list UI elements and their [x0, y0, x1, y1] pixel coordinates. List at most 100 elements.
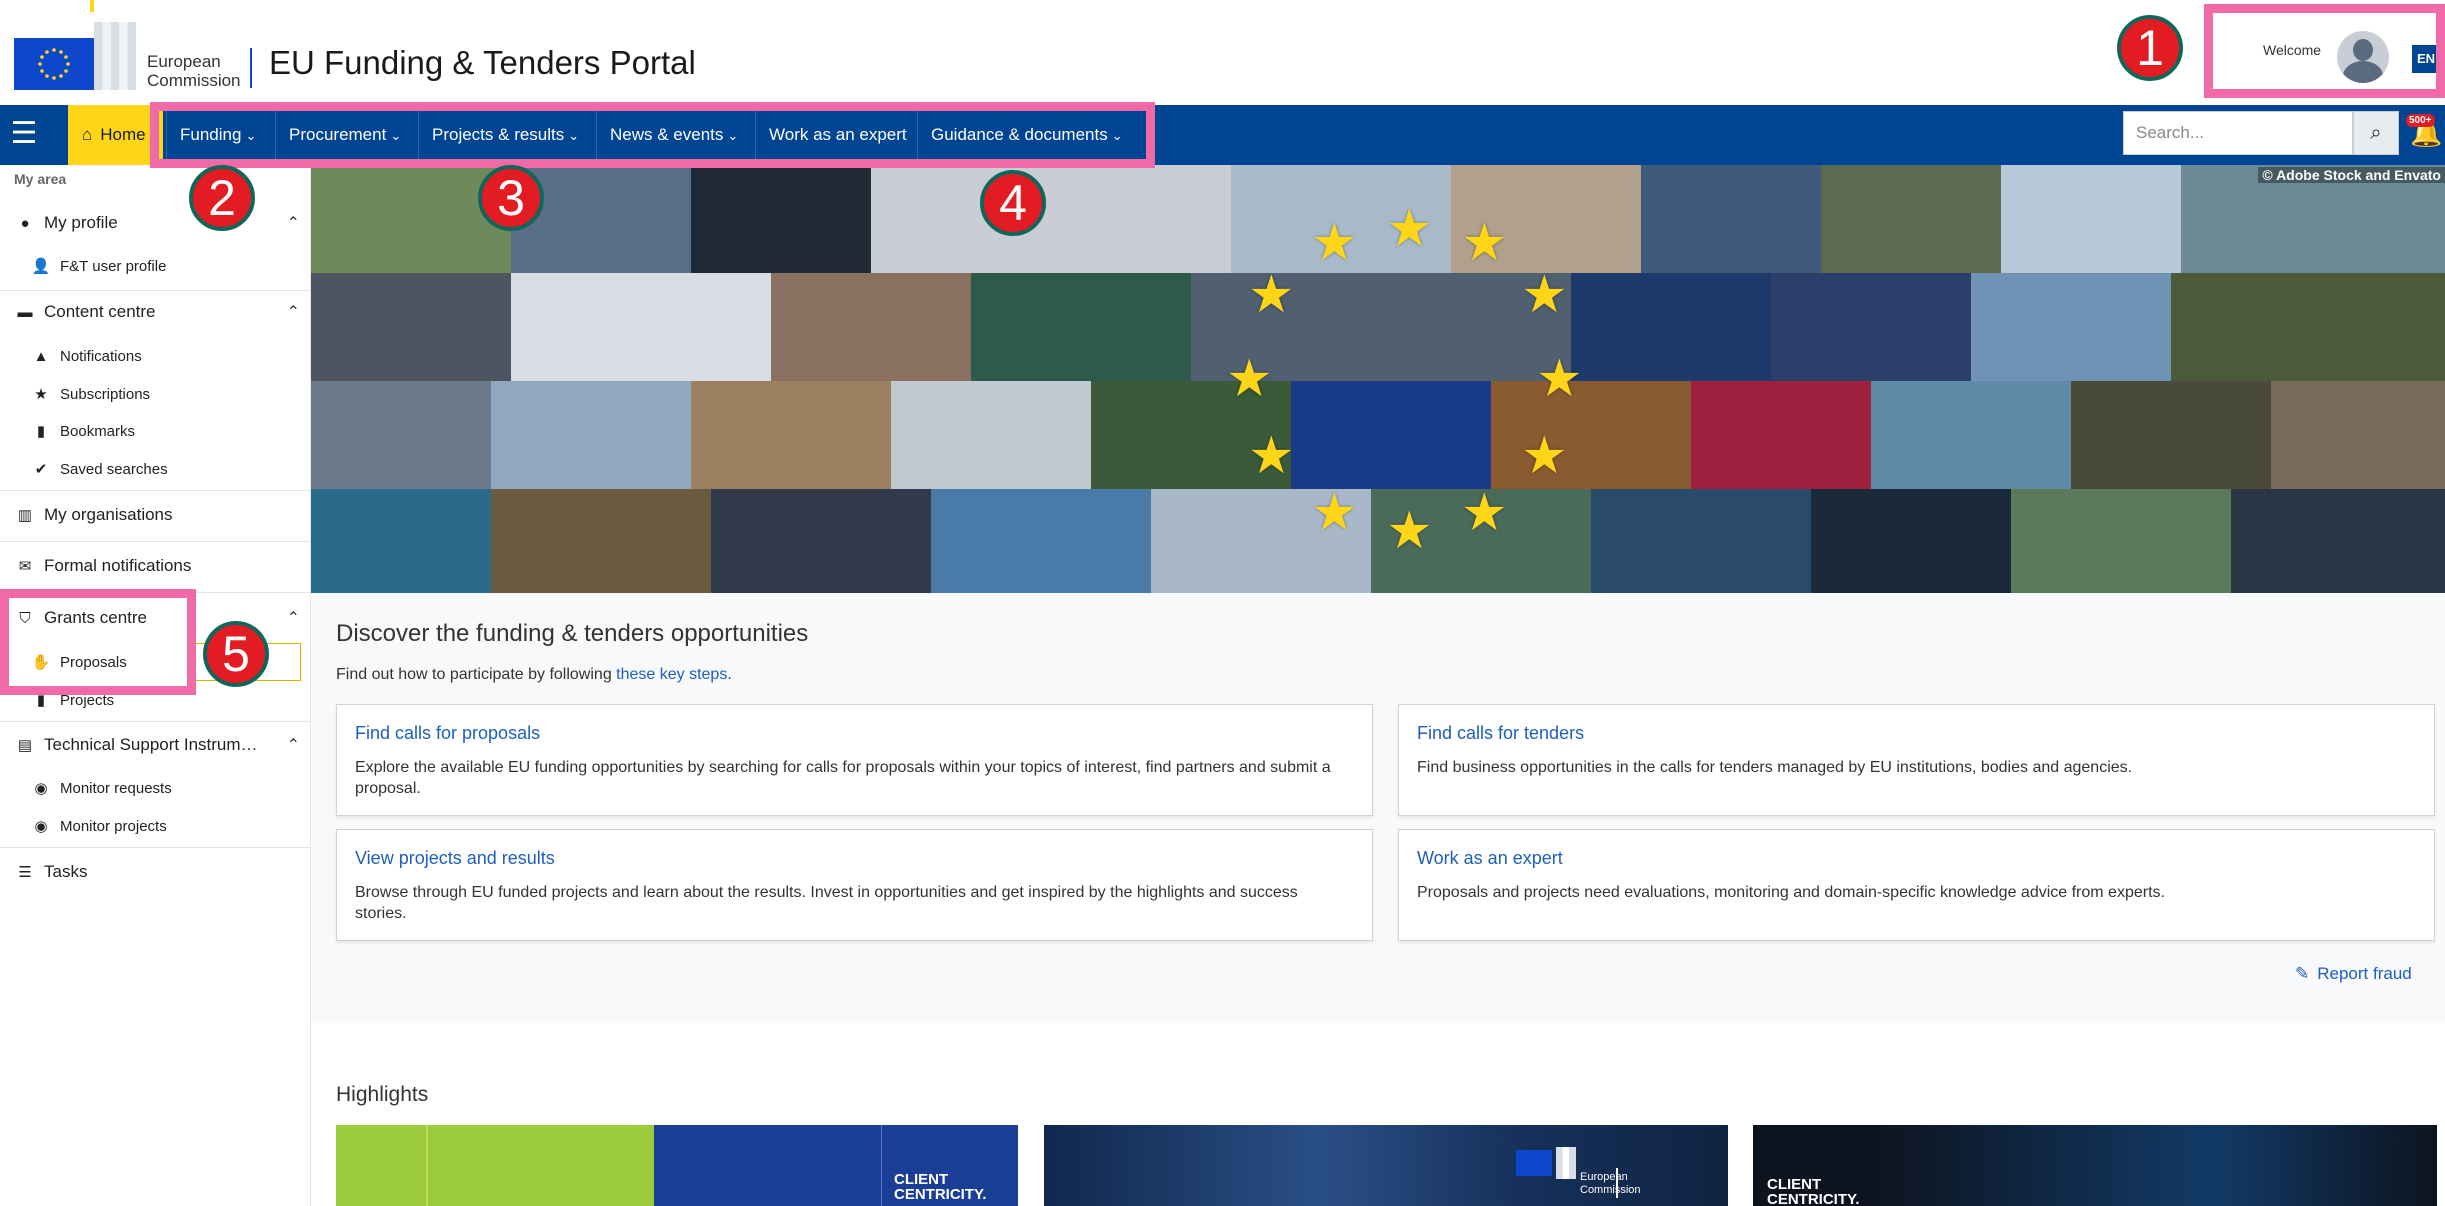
chevron-up-icon[interactable]: ⌃ [287, 213, 300, 233]
eu-star-icon: ★ [1521, 266, 1568, 324]
hero-collage-image: ★ ★ ★ ★ ★ ★ ★ ★ ★ ★ ★ ★ [311, 165, 2445, 593]
mail-icon: ✉ [18, 558, 32, 575]
card-title[interactable]: Find calls for proposals [355, 723, 540, 744]
list-circle-icon: ◉ [34, 818, 48, 835]
chevron-up-icon[interactable]: ⌃ [287, 735, 300, 755]
commission-logo-text: European Commission [1580, 1171, 1641, 1197]
eu-star-icon: ★ [1386, 502, 1433, 560]
annotation-number: 3 [478, 165, 544, 231]
sidebar-item-monitor-requests[interactable]: ◉ Monitor requests [0, 779, 340, 797]
chevron-up-icon[interactable]: ⌃ [287, 302, 300, 322]
sidebar-item-label: Notifications [60, 348, 142, 365]
sidebar-section-label: My area [14, 171, 67, 187]
annotation-box-nav [150, 102, 1155, 168]
client-centricity-text: CLIENT CENTRICITY. [894, 1172, 987, 1202]
sidebar-item-bookmarks[interactable]: ▮ Bookmarks [0, 422, 340, 440]
sidebar-item-ft-user-profile[interactable]: 👤 F&T user profile [0, 257, 340, 275]
card-find-calls-tenders[interactable]: Find calls for tenders Find business opp… [1398, 704, 2435, 816]
eu-star-icon: ★ [1461, 484, 1508, 542]
highlight-card-1[interactable]: CLIENT CENTRICITY. [336, 1125, 1018, 1206]
client-line-2: CENTRICITY. [1767, 1191, 1860, 1206]
sidebar-divider [0, 490, 310, 491]
list-circle-icon: ◉ [34, 780, 48, 797]
home-button[interactable]: ⌂ Home [68, 105, 163, 165]
sidebar-item-my-profile[interactable]: ● My profile ⌃ [0, 213, 324, 233]
sidebar-item-notifications[interactable]: ▲ Notifications [0, 348, 340, 365]
highlights-title: Highlights [336, 1083, 429, 1106]
client-line-2: CENTRICITY. [894, 1186, 987, 1203]
sidebar-item-label: Technical Support Instrum… [44, 735, 258, 754]
sidebar-item-label: Bookmarks [60, 423, 136, 440]
card-title[interactable]: View projects and results [355, 848, 555, 869]
subtitle-suffix: . [727, 666, 732, 683]
site-header: European Commission EU Funding & Tenders… [0, 0, 2445, 105]
annotation-number: 5 [203, 621, 269, 687]
card-title[interactable]: Find calls for tenders [1417, 723, 1584, 744]
sidebar-item-monitor-projects[interactable]: ◉ Monitor projects [0, 817, 340, 835]
sidebar-item-saved-searches[interactable]: ✔ Saved searches [0, 460, 340, 478]
sidebar-item-label: Formal notifications [44, 556, 192, 575]
sidebar-item-my-organisations[interactable]: ▥ My organisations [0, 505, 324, 525]
sidebar-item-label: Saved searches [60, 461, 168, 478]
eu-star-icon: ★ [1386, 200, 1433, 258]
star-icon: ★ [34, 386, 48, 403]
check-circle-icon: ✔ [34, 461, 48, 478]
card-description: Proposals and projects need evaluations,… [1417, 884, 2165, 901]
card-title[interactable]: Work as an expert [1417, 848, 1563, 869]
card-find-calls-proposals[interactable]: Find calls for proposals Explore the ava… [336, 704, 1373, 816]
eu-star-icon: ★ [1248, 266, 1295, 324]
highlight-card-2[interactable]: European Commission [1044, 1125, 1728, 1206]
annotation-number: 4 [980, 170, 1046, 236]
sidebar-item-label: Subscriptions [60, 386, 151, 403]
client-line-1: CLIENT [1767, 1176, 1822, 1193]
sidebar-divider [0, 290, 310, 291]
sidebar-divider [0, 721, 310, 722]
report-fraud-label: Report fraud [2317, 964, 2412, 983]
sidebar-item-label: F&T user profile [60, 258, 167, 275]
sidebar-item-tsi[interactable]: ▤ Technical Support Instrum… ⌃ [0, 735, 324, 755]
sidebar-item-label: Content centre [44, 302, 156, 321]
chevron-up-icon[interactable]: ⌃ [287, 608, 300, 628]
sidebar-item-formal-notifications[interactable]: ✉ Formal notifications [0, 556, 324, 576]
menu-icon[interactable]: ☰ [0, 105, 48, 165]
sidebar-item-tasks[interactable]: ☰ Tasks [0, 862, 324, 882]
card-description: Explore the available EU funding opportu… [355, 759, 1331, 797]
logo-line-1: European [1580, 1171, 1628, 1183]
logo-line-1: European [147, 52, 221, 71]
card-view-projects-results[interactable]: View projects and results Browse through… [336, 829, 1373, 941]
eu-star-icon: ★ [1226, 350, 1273, 408]
client-line-1: CLIENT [894, 1171, 949, 1188]
sidebar-item-label: My organisations [44, 505, 173, 524]
commission-building-logo [1556, 1147, 1576, 1179]
sidebar-item-subscriptions[interactable]: ★ Subscriptions [0, 385, 340, 403]
edit-icon: ✎ [2295, 964, 2310, 983]
subtitle-prefix: Find out how to participate by following [336, 666, 617, 683]
document-icon: ▤ [17, 737, 33, 754]
monitor-icon: ▬ [17, 304, 33, 321]
card-description: Browse through EU funded projects and le… [355, 884, 1298, 922]
logo-line-2: Commission [1580, 1184, 1641, 1196]
eu-star-icon: ★ [1311, 484, 1358, 542]
logo-separator [250, 48, 252, 88]
notifications-count-badge: 500+ [2406, 114, 2435, 127]
home-label: Home [100, 125, 146, 144]
eu-star-icon: ★ [1536, 350, 1583, 408]
sidebar-item-content-centre[interactable]: ▬ Content centre ⌃ [0, 302, 324, 322]
highlight-card-3[interactable]: CLIENT CENTRICITY. [1753, 1125, 2437, 1206]
bookmark-icon: ▮ [36, 423, 46, 440]
list-icon: ☰ [18, 864, 32, 881]
card-work-as-expert[interactable]: Work as an expert Proposals and projects… [1398, 829, 2435, 941]
search-input[interactable]: Search... [2123, 111, 2353, 155]
report-fraud-link[interactable]: ✎ Report fraud [2295, 964, 2412, 984]
key-steps-link[interactable]: these key steps [616, 666, 727, 683]
eu-flag-logo[interactable] [14, 38, 94, 90]
commission-logo-text: European Commission [147, 52, 241, 90]
sidebar-divider [0, 541, 310, 542]
portal-title[interactable]: EU Funding & Tenders Portal [269, 44, 696, 82]
user-circle-icon: ● [20, 215, 30, 232]
client-centricity-text: CLIENT CENTRICITY. [1767, 1177, 1860, 1206]
discover-subtitle: Find out how to participate by following… [336, 666, 732, 684]
search-icon[interactable]: ⌕ [2353, 111, 2399, 155]
eu-star-icon: ★ [1521, 427, 1568, 485]
sidebar-divider [0, 847, 310, 848]
